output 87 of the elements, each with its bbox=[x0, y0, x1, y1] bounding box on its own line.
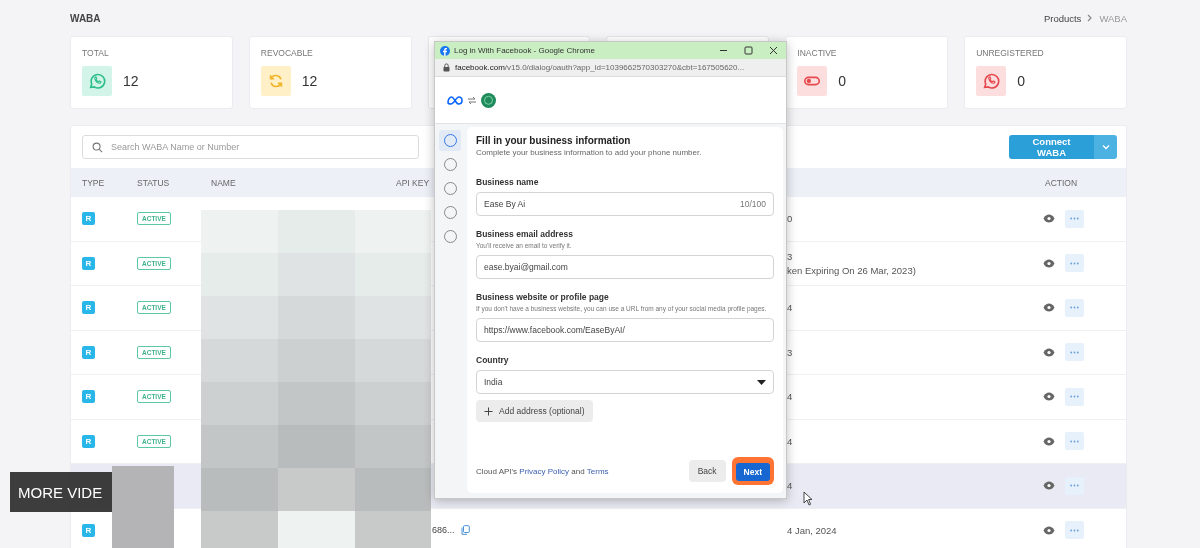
date-text: ken Expiring On 26 Mar, 2023) bbox=[787, 264, 916, 276]
column-header: ACTION bbox=[1045, 177, 1078, 188]
chevron-down-icon bbox=[1101, 144, 1110, 150]
dots-icon bbox=[1070, 306, 1079, 310]
api-key-text: 686... bbox=[432, 525, 455, 536]
field-label: Business website or profile page bbox=[476, 292, 610, 303]
search-icon bbox=[92, 142, 103, 153]
dropdown-arrow-icon bbox=[757, 379, 766, 385]
whatsapp-icon bbox=[82, 66, 112, 96]
text-field[interactable]: ease.byai@gmail.com bbox=[476, 255, 774, 280]
breadcrumb-item[interactable]: Products bbox=[1043, 12, 1082, 24]
type-tag: R bbox=[82, 434, 95, 448]
page-title: WABA bbox=[70, 12, 101, 24]
breadcrumb-item: WABA bbox=[1099, 12, 1127, 24]
eye-icon[interactable] bbox=[1043, 481, 1055, 491]
text-field[interactable]: https://www.facebook.com/EaseByAI/ bbox=[476, 318, 774, 343]
mouse-cursor-icon bbox=[803, 491, 813, 506]
type-tag: R bbox=[82, 345, 95, 359]
dots-icon bbox=[1070, 484, 1079, 488]
maximize-icon[interactable] bbox=[744, 46, 753, 55]
facebook-icon bbox=[440, 45, 450, 56]
date-text: 3 bbox=[787, 346, 793, 358]
swap-arrows-icon bbox=[467, 95, 477, 105]
eye-icon[interactable] bbox=[1043, 214, 1055, 224]
column-header: API KEY bbox=[396, 177, 430, 188]
eye-icon[interactable] bbox=[1043, 525, 1055, 535]
type-tag: R bbox=[82, 390, 95, 404]
eye-icon[interactable] bbox=[1043, 303, 1055, 313]
back-button[interactable]: Back bbox=[688, 460, 726, 482]
stat-label: INACTIVE bbox=[797, 48, 838, 58]
terms-link[interactable]: Terms bbox=[586, 466, 609, 476]
date-text: 4 bbox=[787, 435, 793, 447]
column-header: STATUS bbox=[137, 177, 171, 188]
stat-label: REVOCABLE bbox=[260, 48, 314, 58]
add-address-button[interactable]: Add address (optional) bbox=[476, 400, 593, 423]
stat-value: 0 bbox=[1017, 73, 1025, 89]
next-button[interactable]: Next bbox=[735, 463, 770, 481]
eye-icon[interactable] bbox=[1043, 436, 1055, 446]
privacy-policy-link[interactable]: Privacy Policy bbox=[519, 466, 570, 476]
eye-icon[interactable] bbox=[1043, 347, 1055, 357]
stat-value: 12 bbox=[123, 73, 139, 89]
chevron-icon bbox=[1087, 14, 1094, 22]
footer-text: Cloud API's Privacy Policy and Terms bbox=[476, 466, 610, 476]
column-header: TYPE bbox=[81, 177, 106, 188]
dots-icon bbox=[1070, 528, 1079, 532]
date-text: 0 bbox=[787, 213, 793, 225]
eye-icon[interactable] bbox=[1043, 258, 1055, 268]
field-label: Business email address bbox=[476, 229, 574, 239]
dots-icon bbox=[1070, 439, 1079, 443]
toggle-icon bbox=[797, 66, 828, 96]
stat-label: TOTAL bbox=[82, 48, 110, 58]
sync-icon bbox=[260, 66, 291, 96]
country-select[interactable]: India bbox=[476, 370, 774, 395]
search-field[interactable]: Search WABA Name or Number bbox=[82, 135, 419, 159]
url-text: facebook.com/v15.0/dialog/oauth?app_id=1039662570303270&cbt=167505620... bbox=[455, 63, 745, 72]
text-field[interactable]: Ease By Ai 10/100 bbox=[476, 192, 774, 216]
date-text: 4 Jan, 2024 bbox=[787, 524, 837, 536]
copy-icon[interactable] bbox=[460, 525, 470, 536]
type-tag: R bbox=[82, 523, 95, 537]
meta-logo-icon bbox=[447, 95, 463, 105]
date-text: 4 bbox=[787, 302, 793, 314]
field-label: Country bbox=[476, 355, 510, 366]
form-heading: Fill in your business information bbox=[476, 135, 632, 146]
date-text: 4 bbox=[787, 391, 793, 403]
field-label: Business name bbox=[476, 177, 540, 187]
lock-icon bbox=[443, 63, 450, 72]
whatsapp-icon bbox=[976, 66, 1007, 96]
close-icon[interactable] bbox=[769, 46, 778, 55]
type-tag: R bbox=[82, 212, 95, 226]
form-subheading: Complete your business information to add your phone number. bbox=[476, 148, 703, 157]
date-text: 4 bbox=[787, 480, 793, 492]
eye-icon[interactable] bbox=[1043, 392, 1055, 402]
column-header: NAME bbox=[211, 177, 237, 188]
chat-logo-icon bbox=[481, 92, 496, 108]
date-text: 3 bbox=[787, 250, 794, 262]
type-tag: R bbox=[82, 256, 95, 270]
dots-icon bbox=[1070, 261, 1079, 265]
stat-value: 0 bbox=[838, 73, 847, 89]
stat-value: 12 bbox=[301, 73, 318, 89]
dots-icon bbox=[1070, 217, 1079, 221]
stat-label: UNREGISTERED bbox=[976, 48, 1045, 58]
window-title: Log in With Facebook - Google Chrome bbox=[454, 46, 595, 55]
dots-icon bbox=[1070, 395, 1079, 399]
plus-icon bbox=[484, 406, 493, 416]
more-videos-label[interactable]: MORE VIDE bbox=[10, 472, 112, 512]
dots-icon bbox=[1070, 350, 1079, 354]
type-tag: R bbox=[82, 301, 95, 315]
